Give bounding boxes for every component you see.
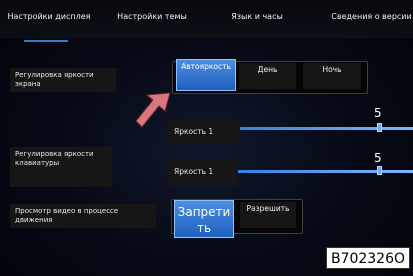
screen-brightness-slider-thumb[interactable] bbox=[377, 123, 382, 132]
screen-brightness-label: Регулировка яркости экрана bbox=[10, 68, 116, 92]
night-mode-button[interactable]: Ночь bbox=[303, 63, 361, 89]
tab-theme-settings[interactable]: Настройки темы bbox=[107, 6, 197, 28]
keyboard-brightness-level-label: Яркость 1 bbox=[168, 160, 238, 186]
tab-language-clock[interactable]: Язык и часы bbox=[214, 6, 300, 28]
auto-brightness-button[interactable]: Автояркость bbox=[176, 59, 236, 91]
screen-brightness-level-label: Яркость 1 bbox=[168, 120, 240, 144]
keyboard-brightness-label: Регулировка яркости клавиатуры bbox=[10, 147, 112, 187]
image-code: B702326O bbox=[326, 247, 410, 269]
tab-display-settings[interactable]: Настройки дисплея bbox=[2, 6, 96, 28]
tab-version-info[interactable]: Сведения о версии bbox=[330, 6, 413, 28]
screen-brightness-slider[interactable] bbox=[240, 127, 413, 130]
forbid-video-button[interactable]: Запретить bbox=[174, 200, 234, 238]
day-mode-button[interactable]: День bbox=[239, 63, 296, 89]
keyboard-brightness-value: 5 bbox=[374, 151, 382, 165]
keyboard-brightness-slider[interactable] bbox=[238, 170, 413, 173]
allow-video-button[interactable]: Разрешить bbox=[240, 202, 296, 228]
keyboard-brightness-slider-thumb[interactable] bbox=[377, 166, 382, 175]
video-while-driving-label: Просмотр видео в процессе движения bbox=[10, 204, 156, 228]
active-tab-indicator bbox=[24, 40, 68, 42]
screen-brightness-value: 5 bbox=[374, 106, 382, 120]
